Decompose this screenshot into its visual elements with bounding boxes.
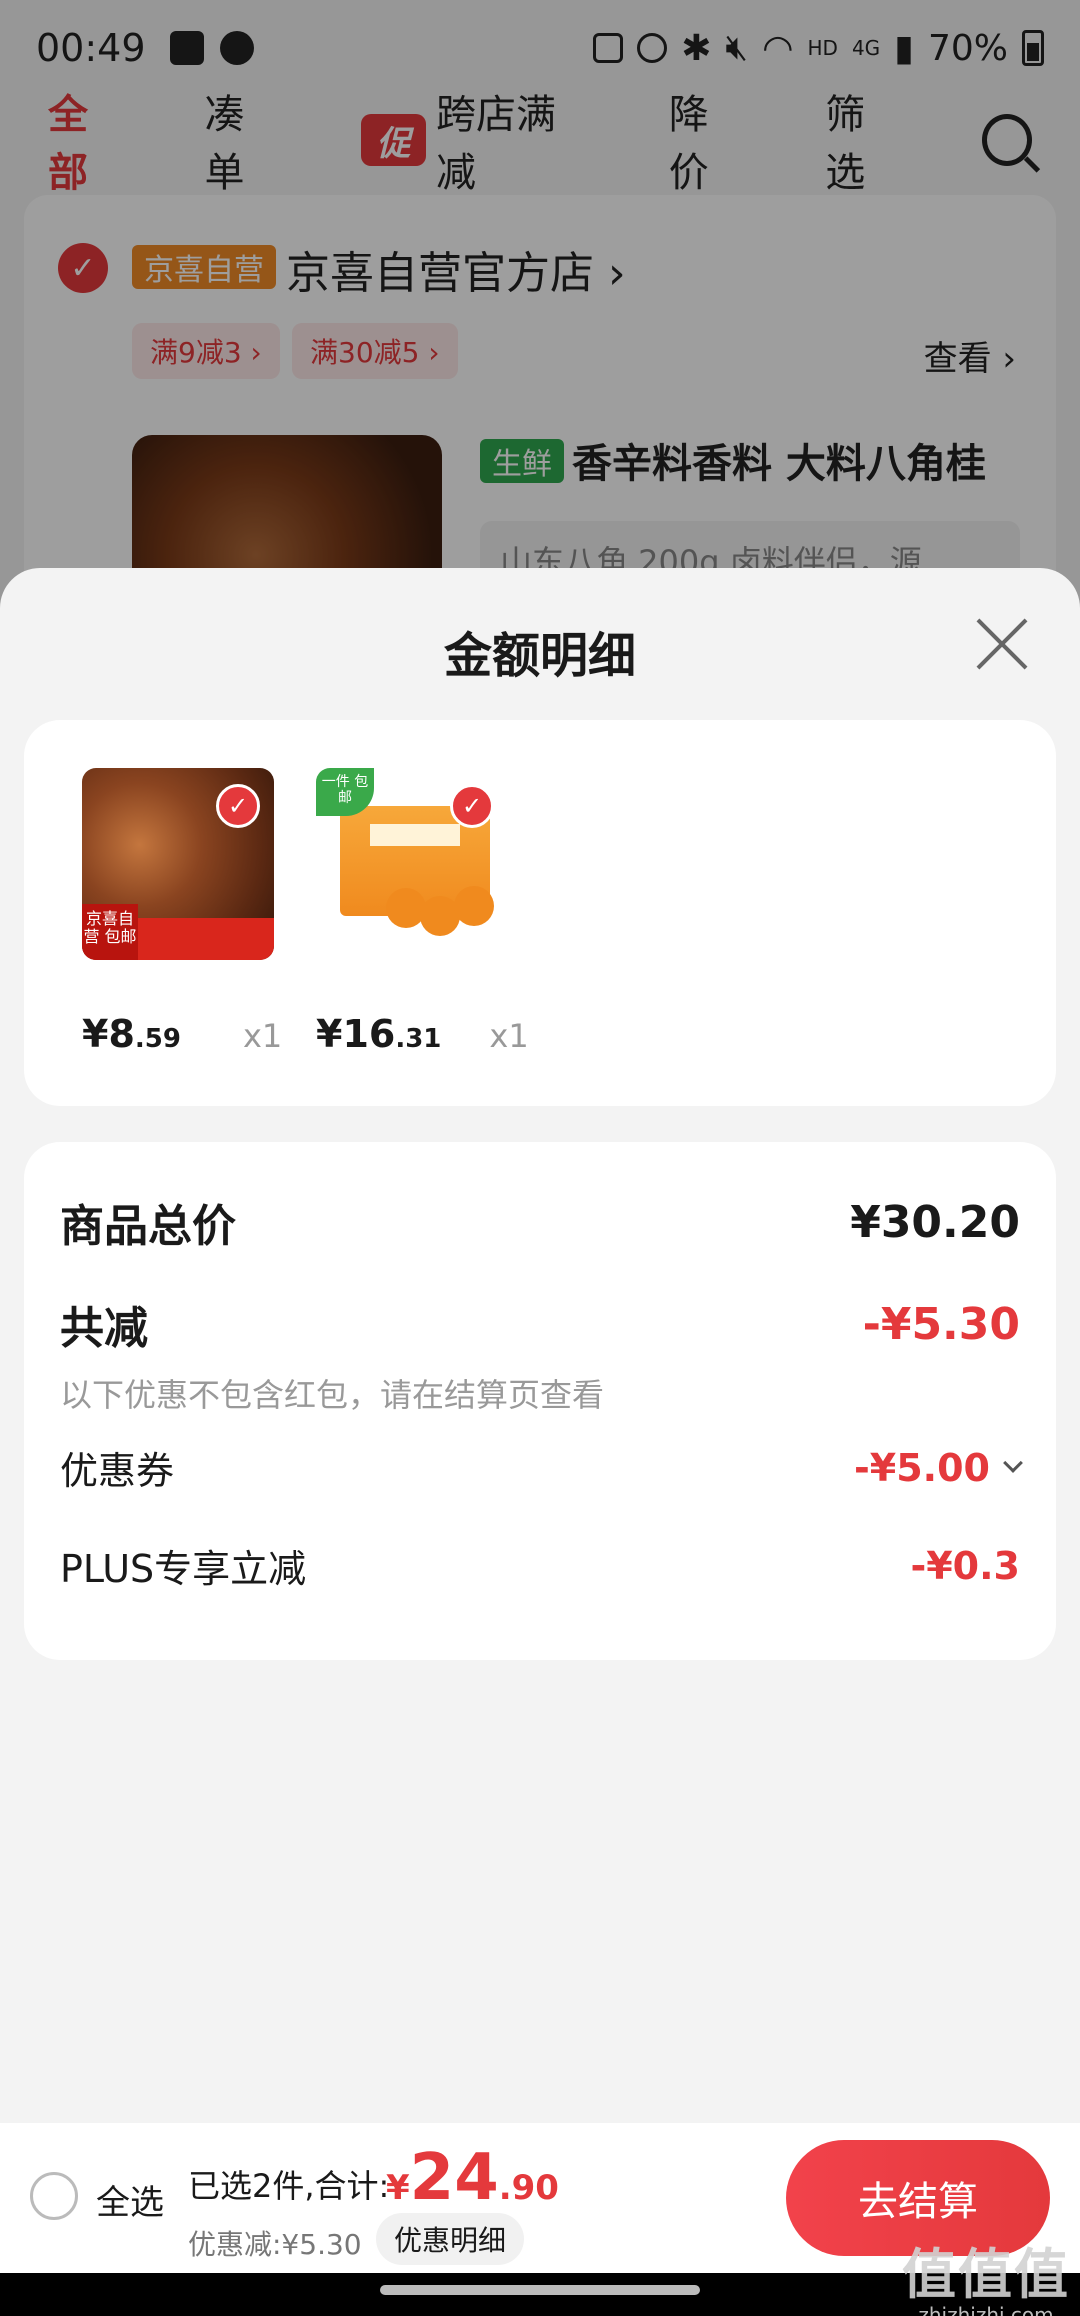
selected-items-card: 京喜自营 包邮 ✓ ¥8.59 x1 一件 包邮 ✓ ¥16.31 x1 xyxy=(24,720,1056,1106)
total-discount-value: -¥5.30 xyxy=(862,1298,1020,1350)
amount-detail-sheet: 金额明细 京喜自营 包邮 ✓ ¥8.59 x1 一件 包邮 ✓ ¥16.31 x… xyxy=(0,568,1080,2123)
item-price: ¥16.31 xyxy=(316,1012,442,1056)
item-price-row: ¥8.59 x1 xyxy=(82,1012,292,1056)
item-quantity: x1 xyxy=(242,1017,283,1055)
close-icon[interactable] xyxy=(974,616,1030,672)
checkmark-icon: ✓ xyxy=(450,784,494,828)
checkout-total: ¥24.90 xyxy=(386,2141,559,2215)
product-banner: 京喜自营 包邮 xyxy=(82,904,274,960)
watermark: 值值值 zhizhizhi.com xyxy=(902,2243,1070,2316)
coupon-label: 优惠券 xyxy=(60,1449,175,1493)
price-summary-card: 商品总价 ¥30.20 共减 -¥5.30 以下优惠不包含红包，请在结算页查看 … xyxy=(24,1142,1056,1660)
item-price-row: ¥16.31 x1 xyxy=(316,1012,529,1056)
star-anise-image: 京喜自营 包邮 ✓ xyxy=(82,768,274,960)
discount-note: 以下优惠不包含红包，请在结算页查看 xyxy=(60,1376,605,1414)
coupon-value: -¥5.00 xyxy=(854,1445,990,1490)
total-price-label: 商品总价 xyxy=(60,1201,236,1252)
total-discount-row: 共减 -¥5.30 xyxy=(60,1292,1020,1356)
total-discount-label: 共减 xyxy=(60,1303,148,1354)
select-all-label[interactable]: 全选 xyxy=(96,2175,164,2224)
sheet-title: 金额明细 xyxy=(443,628,636,684)
coupon-row[interactable]: 优惠券 -¥5.00 xyxy=(60,1440,1023,1495)
selected-summary: 已选2件,合计: xyxy=(188,2167,390,2205)
item-price: ¥8.59 xyxy=(82,1012,181,1056)
selected-item[interactable]: 一件 包邮 ✓ ¥16.31 x1 xyxy=(316,768,529,1056)
discount-detail-button[interactable]: 优惠明细 xyxy=(376,2213,525,2265)
total-price-row: 商品总价 ¥30.20 xyxy=(60,1190,1020,1254)
plus-discount-row: PLUS专享立减 -¥0.3 xyxy=(60,1538,1020,1593)
chevron-down-icon[interactable] xyxy=(1003,1452,1023,1473)
gesture-bar[interactable] xyxy=(380,2285,700,2295)
discount-amount: 优惠减:¥5.30 xyxy=(188,2228,362,2261)
orange-fruit xyxy=(454,886,494,926)
plus-discount-label: PLUS专享立减 xyxy=(60,1547,307,1591)
free-shipping-tag: 京喜自营 包邮 xyxy=(82,904,138,960)
plus-discount-value: -¥0.3 xyxy=(910,1543,1020,1588)
selected-item[interactable]: 京喜自营 包邮 ✓ ¥8.59 x1 xyxy=(82,768,292,1056)
item-quantity: x1 xyxy=(489,1017,529,1055)
select-all-radio[interactable] xyxy=(30,2172,78,2220)
checkmark-icon: ✓ xyxy=(216,784,260,828)
orange-box-image: 一件 包邮 ✓ xyxy=(316,768,508,960)
total-price-value: ¥30.20 xyxy=(850,1196,1020,1248)
